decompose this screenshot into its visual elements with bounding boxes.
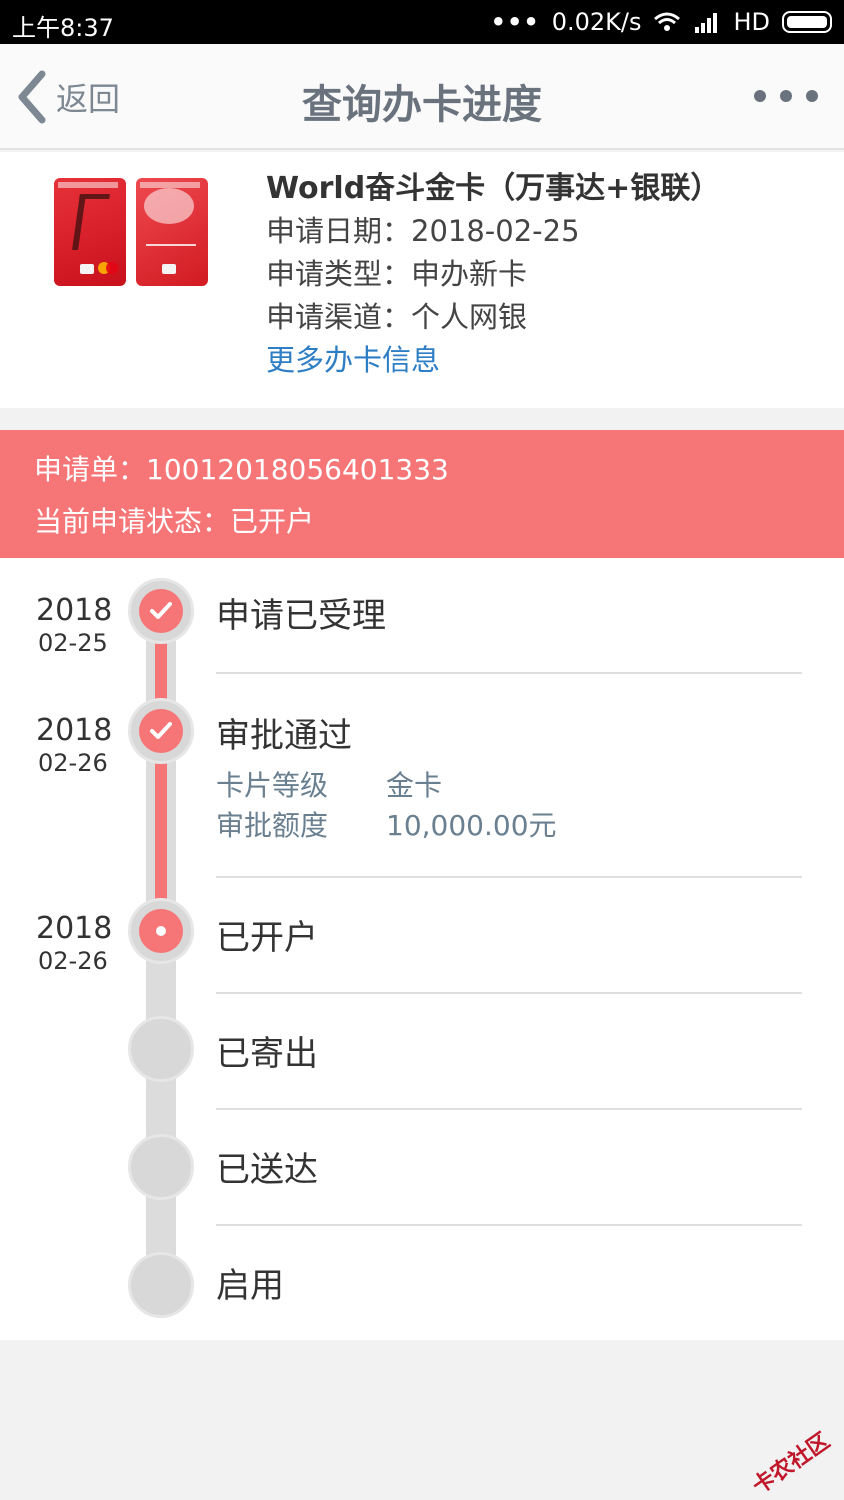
more-dot-icon bbox=[780, 90, 792, 102]
battery-icon bbox=[782, 11, 832, 33]
more-info-link[interactable]: 更多办卡信息 bbox=[266, 339, 720, 382]
step-year: 2018 bbox=[36, 593, 113, 628]
status-indicators: ••• 0.02K/s HD bbox=[491, 8, 832, 36]
divider bbox=[216, 1224, 802, 1226]
step-label: 审批通过 bbox=[216, 716, 352, 756]
step-label: 申请已受理 bbox=[216, 596, 386, 636]
apply-type: 申请类型：申办新卡 bbox=[266, 257, 528, 291]
check-icon bbox=[150, 602, 172, 619]
card-front-image bbox=[54, 178, 126, 286]
step-pending-node bbox=[128, 1016, 194, 1082]
detail-key: 审批额度 bbox=[216, 809, 329, 842]
step-pending-node bbox=[128, 1134, 194, 1200]
step-year: 2018 bbox=[36, 713, 113, 748]
application-status: 当前申请状态：已开户 bbox=[34, 505, 315, 538]
detail-row: 卡片等级 金卡 bbox=[216, 764, 442, 804]
detail-row: 审批额度 10,000.00元 bbox=[216, 804, 557, 844]
step-date: 2018 02-26 bbox=[36, 912, 116, 976]
divider bbox=[216, 876, 802, 878]
apply-date: 申请日期：2018-02-25 bbox=[266, 214, 580, 248]
apply-channel: 申请渠道：个人网银 bbox=[266, 300, 528, 334]
signal-icon bbox=[695, 13, 718, 33]
more-dot-icon bbox=[754, 90, 766, 102]
notification-dots: ••• bbox=[490, 8, 540, 36]
card-back-image bbox=[136, 178, 208, 286]
application-status-banner: 申请单：10012018056401333 当前申请状态：已开户 bbox=[0, 430, 844, 558]
status-time: 上午8:37 bbox=[12, 14, 114, 42]
network-type: HD bbox=[733, 8, 770, 36]
more-menu-button[interactable] bbox=[754, 90, 818, 102]
timeline-progress bbox=[155, 610, 167, 932]
detail-key: 卡片等级 bbox=[216, 769, 329, 802]
step-label: 启用 bbox=[216, 1266, 284, 1306]
card-name: World奋斗金卡（万事达+银联） bbox=[266, 171, 721, 206]
watermark-logo: 卡农社区 bbox=[748, 1428, 835, 1500]
step-year: 2018 bbox=[36, 911, 113, 946]
step-date: 2018 02-26 bbox=[36, 714, 116, 778]
step-month-day: 02-26 bbox=[38, 749, 108, 777]
nav-bar: 返回 查询办卡进度 bbox=[0, 44, 844, 150]
more-dot-icon bbox=[806, 90, 818, 102]
application-number: 申请单：10012018056401333 bbox=[34, 453, 449, 486]
divider bbox=[216, 992, 802, 994]
check-icon bbox=[150, 722, 172, 739]
network-speed: 0.02K/s bbox=[551, 8, 642, 36]
status-bar: 上午8:37 ••• 0.02K/s HD bbox=[0, 0, 844, 44]
step-done-node bbox=[128, 698, 194, 764]
current-dot-icon bbox=[156, 926, 166, 936]
step-date: 2018 02-25 bbox=[36, 594, 116, 658]
card-info-panel: World奋斗金卡（万事达+银联） 申请日期：2018-02-25 申请类型：申… bbox=[0, 152, 844, 408]
divider bbox=[216, 672, 802, 674]
step-label: 已寄出 bbox=[216, 1034, 318, 1074]
step-label: 已开户 bbox=[216, 918, 318, 958]
step-done-node bbox=[128, 578, 194, 644]
detail-value: 10,000.00元 bbox=[386, 809, 557, 842]
page-title: 查询办卡进度 bbox=[302, 82, 542, 128]
step-month-day: 02-25 bbox=[38, 629, 108, 657]
detail-value: 金卡 bbox=[386, 769, 443, 802]
divider bbox=[216, 1108, 802, 1110]
progress-timeline: 2018 02-25 申请已受理 2018 02-26 审批通过 卡片等级 金卡… bbox=[0, 558, 844, 1340]
step-pending-node bbox=[128, 1252, 194, 1318]
step-month-day: 02-26 bbox=[38, 947, 108, 975]
step-current-node bbox=[128, 898, 194, 964]
step-label: 已送达 bbox=[216, 1150, 318, 1190]
card-details: World奋斗金卡（万事达+银联） 申请日期：2018-02-25 申请类型：申… bbox=[266, 168, 720, 382]
wifi-icon bbox=[654, 12, 681, 31]
